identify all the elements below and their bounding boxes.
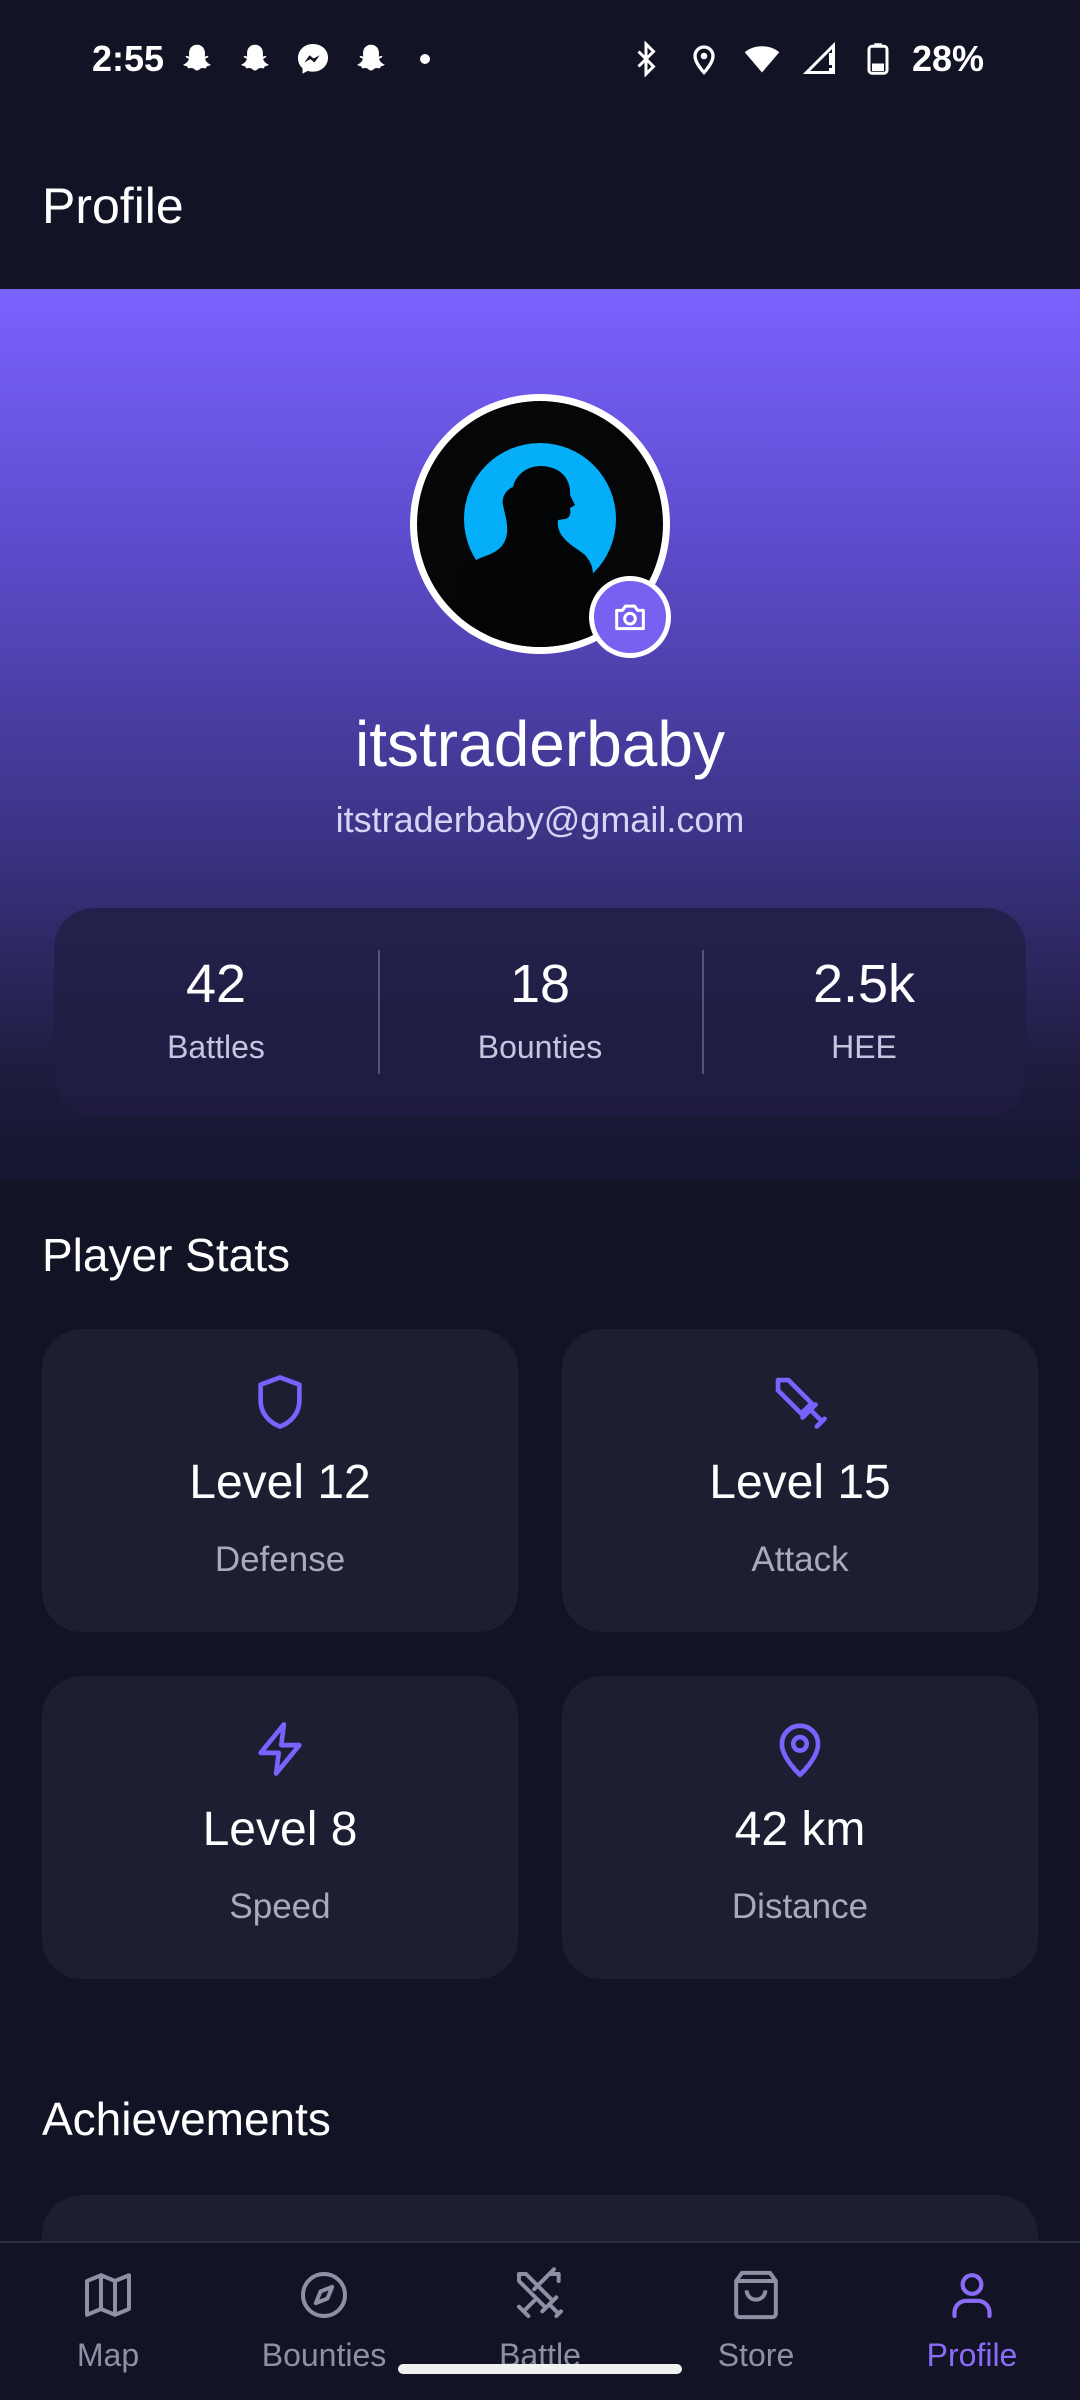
camera-icon [615,604,645,631]
change-photo-button[interactable] [589,576,671,658]
profile-header: itstraderbaby itstraderbaby@gmail.com 42… [0,289,1080,1180]
summary-stats-card: 42 Battles 18 Bounties 2.5k HEE [54,908,1026,1116]
user-icon [952,2273,992,2319]
player-stats-heading: Player Stats [42,1229,290,1281]
nav-item-store[interactable]: Store [648,2243,864,2400]
location-icon [693,45,715,75]
system-icons: 28% [628,38,984,80]
nav-label: Profile [926,2337,1018,2373]
nav-label: Bounties [261,2337,387,2373]
gesture-handle[interactable] [398,2364,682,2374]
top-app-bar: Profile [0,125,1080,289]
shield-icon [258,1375,302,1429]
snapchat-icon [183,44,211,71]
snapchat-icon [241,44,269,71]
nav-item-battle[interactable]: Battle [432,2243,648,2400]
stat-card-speed[interactable]: Level 8 Speed [42,1676,518,1979]
battery-icon [867,43,889,75]
more-notifications-dot [420,54,430,64]
user-email: itstraderbaby@gmail.com [335,799,745,840]
stat-card-defense[interactable]: Level 12 Defense [42,1329,518,1632]
nav-item-bounties[interactable]: Bounties [216,2243,432,2400]
stat-value: 2.5k [812,953,916,1014]
stat-battles: 42 Battles [54,908,378,1116]
player-stats-grid: Level 12 Defense Level 15 Attack Level 8… [42,1329,1038,1979]
stat-card-label: Speed [229,1887,331,1926]
map-icon [85,2273,131,2317]
stat-label: HEE [831,1028,897,1065]
nav-label: Map [76,2337,140,2373]
stat-card-attack[interactable]: Level 15 Attack [562,1329,1038,1632]
stat-value: 18 [509,953,571,1014]
stat-card-label: Attack [751,1540,849,1579]
messenger-icon [297,43,329,74]
username: itstraderbaby [355,708,725,780]
stat-card-label: Distance [731,1887,869,1926]
stat-value: 42 [185,953,247,1014]
snapchat-icon [357,44,385,71]
achievements-heading: Achievements [42,2093,331,2145]
stat-hee: 2.5k HEE [702,908,1026,1116]
sword-icon [775,1377,827,1429]
bottom-navigation: Map Bounties Battle Store Profile [0,2241,1080,2400]
stat-bounties: 18 Bounties [378,908,702,1116]
stat-label: Battles [167,1028,265,1065]
profile-screen: 2:55 28% Profile itstraderbaby itstrader… [0,0,1080,2400]
compass-icon [301,2272,347,2318]
map-pin-icon [779,1723,821,1778]
status-bar: 2:55 28% [0,0,1080,125]
stat-label: Bounties [477,1028,603,1065]
crossed-swords-icon [517,2267,563,2318]
stat-card-label: Defense [214,1540,346,1579]
battery-percentage: 28% [911,38,984,79]
stat-card-value: 42 km [734,1803,866,1856]
nav-item-profile[interactable]: Profile [864,2243,1080,2400]
wifi-icon [744,46,780,73]
notification-icons [178,40,430,78]
lightning-icon [258,1722,302,1776]
page-title: Profile [42,178,184,234]
stat-card-value: Level 15 [709,1456,891,1509]
status-time: 2:55 [92,38,165,79]
shopping-bag-icon [734,2270,778,2320]
nav-item-map[interactable]: Map [0,2243,216,2400]
stat-card-distance[interactable]: 42 km Distance [562,1676,1038,1979]
signal-icon [802,41,835,74]
stat-card-value: Level 12 [189,1456,371,1509]
nav-label: Store [717,2337,795,2373]
bluetooth-icon [637,41,656,77]
stat-card-value: Level 8 [202,1803,358,1856]
